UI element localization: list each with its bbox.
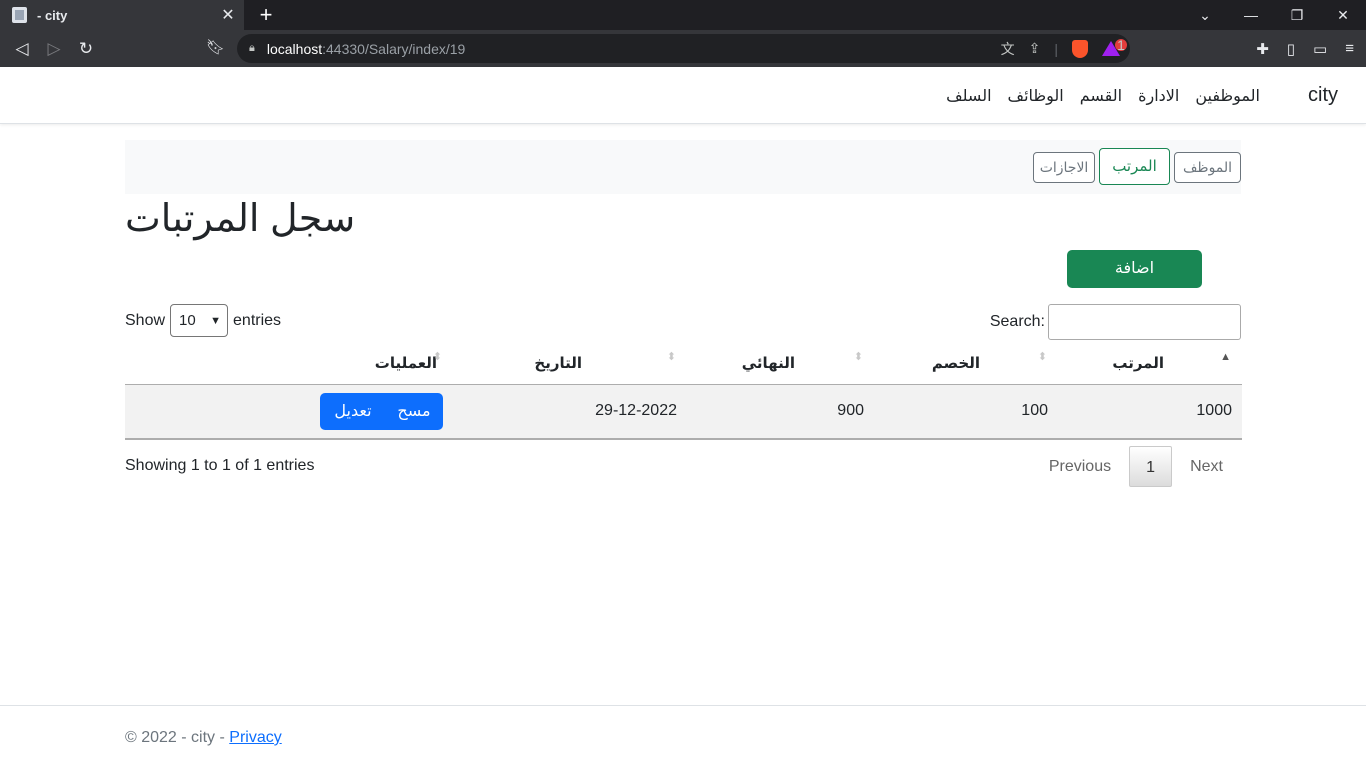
sort-icon: ⬍ xyxy=(853,351,863,363)
close-tab-icon[interactable]: ✕ xyxy=(220,5,236,25)
page-1-button[interactable]: 1 xyxy=(1129,446,1173,487)
sort-icon: ⬍ xyxy=(1037,351,1047,363)
search-input[interactable] xyxy=(1048,304,1241,340)
table-row: 1000 100 900 29-12-2022 xyxy=(125,385,1242,440)
back-icon[interactable]: ◁ xyxy=(6,39,38,59)
restore-icon[interactable]: ❐ xyxy=(1274,0,1320,30)
translate-icon[interactable]: 文 xyxy=(1001,39,1015,59)
nav-link-department[interactable]: القسم xyxy=(1080,86,1122,106)
browser-toolbar: ◁ ▷ ↻ 🔖︎ 🔒︎ localhost:44330/Salary/index… xyxy=(0,30,1366,67)
column-header-date[interactable]: التاريخ xyxy=(534,354,582,372)
column-header-salary[interactable]: المرتب xyxy=(1112,354,1164,372)
sort-icon: ⬍ xyxy=(432,351,442,363)
copyright-text: © 2022 - city - xyxy=(125,729,230,746)
table-info: Showing 1 to 1 of 1 entries xyxy=(125,457,315,474)
nav-link-employees[interactable]: الموظفين xyxy=(1195,86,1260,106)
new-tab-button[interactable]: + xyxy=(244,0,288,30)
tab-search-icon[interactable]: ⌄ xyxy=(1182,0,1228,30)
previous-page-button[interactable]: Previous xyxy=(1031,458,1129,476)
entries-label: entries xyxy=(233,311,282,329)
employee-tab-button[interactable]: الموظف xyxy=(1174,152,1241,183)
column-header-actions[interactable]: العمليات xyxy=(375,354,437,372)
cell-net: 900 xyxy=(837,402,864,419)
page-title: سجل المرتبات xyxy=(125,198,356,240)
add-salary-button[interactable]: اضافة xyxy=(1067,250,1202,288)
table-header: المرتب ▲ الخصم ⬍ النهائي ⬍ التاريخ ⬍ الع… xyxy=(125,340,1242,385)
sidebar-icon[interactable]: ▯ xyxy=(1287,40,1295,58)
site-navbar: city الموظفين الادارة القسم الوظائف السل… xyxy=(0,67,1366,124)
browser-tab[interactable]: - city ✕ xyxy=(0,0,244,30)
wallet-icon[interactable]: ▭ xyxy=(1313,40,1327,58)
edit-button[interactable]: تعديل xyxy=(320,393,386,430)
cell-discount: 100 xyxy=(1021,402,1048,419)
table-search: Search: xyxy=(990,304,1241,340)
lock-icon[interactable]: 🔒︎ xyxy=(249,42,255,55)
show-label: Show xyxy=(125,311,166,329)
nav-link-advances[interactable]: السلف xyxy=(946,86,991,106)
window-controls: ⌄ — ❐ ✕ xyxy=(1182,0,1366,30)
column-header-discount[interactable]: الخصم xyxy=(932,354,980,372)
pagination: Previous 1 Next xyxy=(1031,446,1241,487)
url-text[interactable]: localhost:44330/Salary/index/19 xyxy=(267,41,1001,57)
minimize-icon[interactable]: — xyxy=(1228,0,1274,30)
rewards-badge: 1 xyxy=(1115,38,1127,52)
chevron-down-icon: ▼ xyxy=(210,314,222,327)
footer-text: © 2022 - city - Privacy xyxy=(125,729,282,747)
nav-links: الموظفين الادارة القسم الوظائف السلف xyxy=(946,86,1260,106)
close-window-icon[interactable]: ✕ xyxy=(1320,0,1366,30)
menu-icon[interactable]: ≡ xyxy=(1345,40,1354,57)
navbar-brand[interactable]: city xyxy=(1308,84,1338,107)
page-length-select[interactable]: 10 ▼ xyxy=(170,304,229,337)
cell-salary: 1000 xyxy=(1196,402,1232,419)
delete-button[interactable]: مسح xyxy=(385,393,443,430)
brave-shields-icon[interactable] xyxy=(1072,39,1088,58)
brave-rewards-icon[interactable]: 1 xyxy=(1102,38,1127,56)
privacy-link[interactable]: Privacy xyxy=(229,729,281,746)
forward-icon[interactable]: ▷ xyxy=(38,39,70,59)
salary-tab-button[interactable]: المرتب xyxy=(1099,148,1170,185)
nav-link-administration[interactable]: الادارة xyxy=(1138,86,1179,106)
reload-icon[interactable]: ↻ xyxy=(70,39,102,59)
page-length-value: 10 xyxy=(179,312,196,329)
salary-table: المرتب ▲ الخصم ⬍ النهائي ⬍ التاريخ ⬍ الع… xyxy=(125,340,1242,440)
browser-tab-strip: - city ✕ + ⌄ — ❐ ✕ xyxy=(0,0,1366,30)
search-label: Search: xyxy=(989,313,1045,330)
extensions-icon[interactable]: ✚ xyxy=(1256,40,1269,58)
sort-icon: ⬍ xyxy=(666,351,676,363)
column-header-net[interactable]: النهائي xyxy=(742,354,795,372)
nav-link-jobs[interactable]: الوظائف xyxy=(1008,86,1064,106)
next-page-button[interactable]: Next xyxy=(1172,458,1241,476)
vacations-tab-button[interactable]: الاجازات xyxy=(1033,152,1095,183)
page-footer: © 2022 - city - Privacy xyxy=(0,705,1366,768)
page-length-control: Show 10 ▼ entries xyxy=(125,304,281,337)
cell-date: 29-12-2022 xyxy=(595,402,677,419)
share-icon[interactable]: ⇪ xyxy=(1029,40,1041,57)
tab-title: - city xyxy=(37,7,68,23)
bookmark-icon[interactable]: 🔖︎ xyxy=(206,38,225,56)
address-bar[interactable]: 🔒︎ localhost:44330/Salary/index/19 文 ⇪ |… xyxy=(237,34,1130,63)
page-favicon-icon xyxy=(12,7,27,23)
sort-ascending-icon: ▲ xyxy=(1220,351,1231,363)
